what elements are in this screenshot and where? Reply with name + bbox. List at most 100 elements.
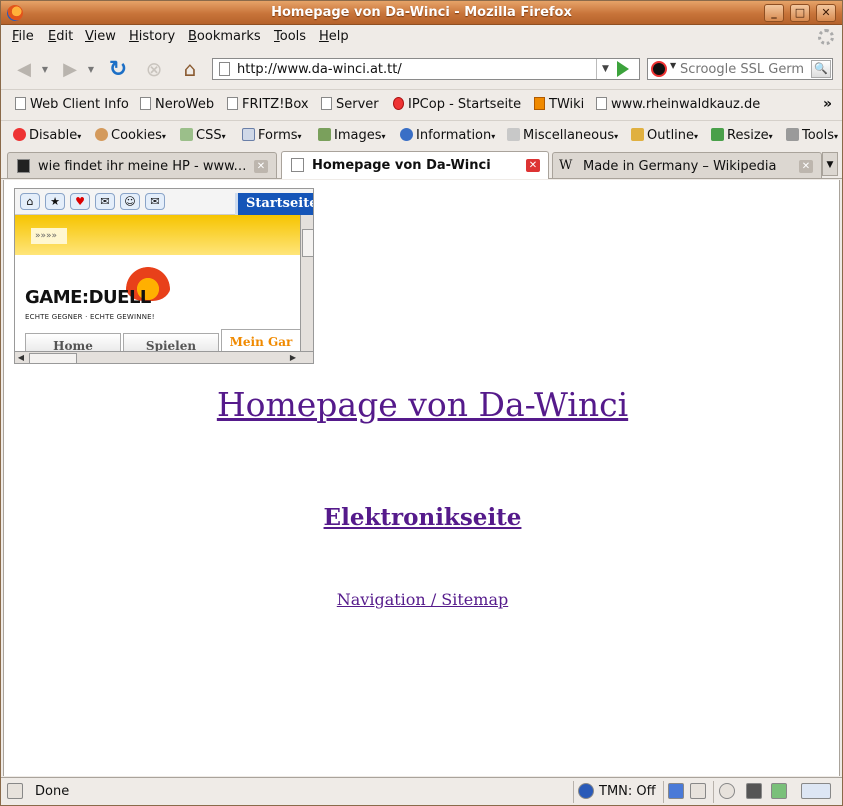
forward-history-dropdown-icon[interactable]: ▼ [85, 56, 97, 82]
smiley-icon[interactable] [719, 783, 735, 799]
dev-menu-css[interactable]: CSS▾ [180, 128, 226, 143]
address-bar[interactable]: ▼ [212, 58, 640, 80]
tab-homepage[interactable]: Homepage von Da-Winci ✕ [281, 151, 549, 179]
bookmark-icon [321, 97, 332, 110]
magnifier-icon[interactable] [690, 783, 706, 799]
tab-wikipedia[interactable]: W Made in Germany – Wikipedia ✕ [552, 152, 822, 178]
images-icon [318, 128, 331, 141]
frame-vertical-scroll-thumb[interactable] [302, 229, 313, 257]
menu-edit[interactable]: Edit [48, 29, 73, 44]
elektronikseite-link[interactable]: Elektronikseite [4, 504, 841, 531]
search-icon[interactable]: 🔍 [811, 60, 831, 78]
tab-list-dropdown-icon[interactable]: ▼ [822, 152, 838, 176]
minimize-button[interactable]: _ [764, 4, 784, 22]
menu-history[interactable]: History [129, 29, 175, 44]
scroll-left-icon[interactable]: ◀ [15, 352, 27, 363]
tab-forum[interactable]: wie findet ihr meine HP - www.m... ✕ [7, 152, 277, 178]
dev-menu-information[interactable]: Information▾ [400, 128, 495, 143]
check-icon[interactable] [771, 783, 787, 799]
twiki-icon [534, 97, 545, 110]
disable-icon [13, 128, 26, 141]
castle-icon[interactable] [746, 783, 762, 799]
url-input[interactable] [237, 60, 597, 78]
cookies-icon [95, 128, 108, 141]
dev-menu-miscellaneous[interactable]: Miscellaneous▾ [507, 128, 618, 143]
page-title-link[interactable]: Homepage von Da-Winci [4, 385, 841, 424]
dev-menu-images[interactable]: Images▾ [318, 128, 386, 143]
bookmarks-toolbar: Web Client Info NeroWeb FRITZ!Box Server… [1, 89, 842, 119]
menu-tools[interactable]: Tools [274, 29, 306, 44]
menu-help[interactable]: Help [319, 29, 349, 44]
bookmark-item[interactable]: FRITZ!Box [227, 97, 309, 112]
frame-mail-icon[interactable]: ✉ [95, 193, 115, 210]
bookmark-item[interactable]: TWiki [534, 97, 584, 112]
frame-user-icon[interactable]: ☺ [120, 193, 140, 210]
extension-s-icon[interactable] [668, 783, 684, 799]
back-history-dropdown-icon[interactable]: ▼ [39, 56, 51, 82]
tab-strip: wie findet ihr meine HP - www.m... ✕ Hom… [1, 149, 842, 179]
forward-icon[interactable]: ▶ [57, 56, 83, 82]
frame-message-icon[interactable]: ✉ [145, 193, 165, 210]
search-input[interactable] [680, 60, 806, 78]
reload-icon[interactable]: ↻ [105, 56, 131, 82]
dev-menu-tools[interactable]: Tools▾ [786, 128, 838, 143]
frame-horizontal-scrollbar[interactable]: ◀ ▶ [15, 351, 313, 363]
frame-start-tab[interactable]: Startseite [235, 193, 313, 215]
miscellaneous-icon [507, 128, 520, 141]
dropdown-arrow-icon: ▾ [834, 132, 839, 141]
firebug-icon[interactable] [801, 783, 831, 799]
status-divider [663, 781, 664, 803]
status-divider [573, 781, 574, 803]
bookmark-item[interactable]: Web Client Info [15, 97, 129, 112]
bookmark-icon [140, 97, 151, 110]
menu-view[interactable]: View [85, 29, 116, 44]
frame-horizontal-scroll-thumb[interactable] [29, 353, 77, 363]
navigation-sitemap-link[interactable]: Navigation / Sitemap [4, 590, 841, 609]
bookmark-item[interactable]: NeroWeb [140, 97, 214, 112]
web-developer-toolbar: Disable▾ Cookies▾ CSS▾ Forms▾ Images▾ In… [1, 120, 842, 148]
close-tab-icon[interactable]: ✕ [526, 159, 540, 172]
search-engine-dropdown-icon[interactable]: ▼ [670, 61, 676, 70]
search-bar[interactable]: ▼ 🔍 [647, 58, 833, 80]
url-history-dropdown-icon[interactable]: ▼ [596, 59, 614, 79]
bookmark-item[interactable]: Server [321, 97, 379, 112]
tmn-icon[interactable] [578, 783, 594, 799]
frame-vertical-scrollbar[interactable] [300, 215, 313, 351]
page-favicon [291, 158, 304, 172]
dropdown-arrow-icon: ▾ [768, 132, 773, 141]
dropdown-arrow-icon: ▾ [614, 132, 619, 141]
frame-home-icon[interactable]: ⌂ [20, 193, 40, 210]
close-window-button[interactable]: ✕ [816, 4, 836, 22]
dev-menu-resize[interactable]: Resize▾ [711, 128, 773, 143]
home-icon[interactable]: ⌂ [177, 56, 203, 82]
menu-file[interactable]: File [12, 29, 34, 44]
dev-menu-cookies[interactable]: Cookies▾ [95, 128, 166, 143]
back-icon[interactable]: ◀ [11, 56, 37, 82]
bookmarks-overflow-chevron[interactable]: » [823, 96, 832, 112]
browser-window: Homepage von Da-Winci - Mozilla Firefox … [0, 0, 843, 806]
maximize-button[interactable]: □ [790, 4, 810, 22]
information-icon [400, 128, 413, 141]
bookmark-item[interactable]: IPCop - Startseite [393, 97, 521, 112]
dropdown-arrow-icon: ▾ [694, 132, 699, 141]
dev-menu-forms[interactable]: Forms▾ [242, 128, 302, 143]
resize-icon [711, 128, 724, 141]
search-engine-icon[interactable] [651, 61, 667, 77]
tools-icon [786, 128, 799, 141]
stop-icon[interactable]: ⊗ [141, 56, 167, 82]
close-tab-icon[interactable]: ✕ [799, 160, 813, 173]
frame-star-icon[interactable]: ★ [45, 193, 65, 210]
outline-icon [631, 128, 644, 141]
bookmark-item[interactable]: www.rheinwaldkauz.de [596, 97, 760, 112]
close-tab-icon[interactable]: ✕ [254, 160, 268, 173]
page-content: ⌂ ★ ♥ ✉ ☺ ✉ Startseite »»»» GAME:DUELL E… [3, 180, 840, 776]
scroll-right-icon[interactable]: ▶ [287, 352, 299, 363]
status-divider [713, 781, 714, 803]
dropdown-arrow-icon: ▾ [161, 132, 166, 141]
go-icon[interactable] [617, 61, 629, 77]
frame-heart-icon[interactable]: ♥ [70, 193, 90, 210]
dev-menu-disable[interactable]: Disable▾ [13, 128, 81, 143]
menu-bookmarks[interactable]: Bookmarks [188, 29, 261, 44]
dev-menu-outline[interactable]: Outline▾ [631, 128, 698, 143]
tmn-status[interactable]: TMN: Off [599, 784, 656, 799]
